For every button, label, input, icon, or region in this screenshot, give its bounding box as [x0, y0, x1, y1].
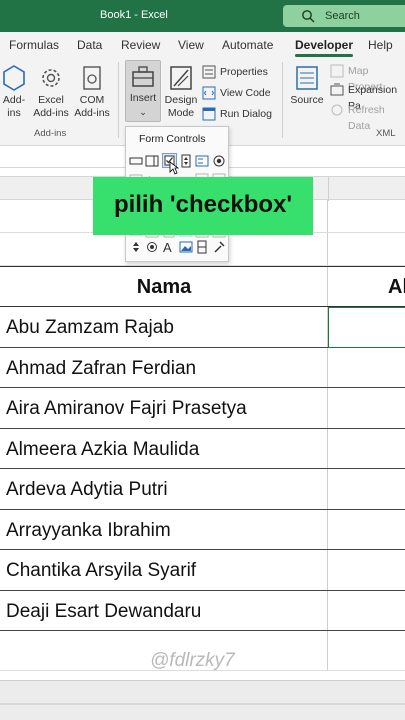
xml-group-label: XML — [376, 128, 396, 139]
add-ins-icon — [3, 65, 25, 91]
table-row[interactable]: Ahmad Zafran Ferdian — [0, 348, 405, 388]
spin-button-icon[interactable] — [179, 154, 193, 168]
table-row[interactable]: Almeera Azkia Maulida — [0, 429, 405, 469]
add-ins-button[interactable]: Add- ins — [0, 64, 28, 120]
properties-icon — [202, 65, 216, 79]
insert-button[interactable]: Insert ⌄ — [126, 64, 160, 119]
com-add-ins-icon — [83, 66, 101, 90]
tab-developer[interactable]: Developer — [295, 38, 354, 57]
map-properties-icon — [330, 64, 344, 78]
ribbon-tabs: Formulas Data Review View Automate Devel… — [0, 32, 405, 58]
name-cell: Ardeva Adytia Putri — [6, 479, 168, 500]
name-cell: Almeera Azkia Maulida — [6, 439, 200, 460]
map-properties-button[interactable]: Map Propert — [330, 63, 405, 93]
sheet-grid: Nama Al Abu Zamzam Rajab Ahmad Zafran Fe… — [0, 200, 405, 700]
tab-help[interactable]: Help — [368, 38, 393, 52]
name-cell: Chantika Arsyila Syarif — [6, 560, 197, 581]
title-bar: Book1 - Excel Search — [0, 0, 405, 32]
activex-label-icon[interactable]: A — [162, 240, 176, 254]
more-controls-icon[interactable] — [212, 240, 226, 254]
tutorial-caption: pilih 'checkbox' — [93, 177, 313, 235]
run-dialog-icon — [202, 107, 216, 121]
activex-image-icon[interactable] — [179, 240, 193, 254]
dropdown-title: Form Controls — [139, 133, 206, 145]
ribbon-separator — [118, 62, 119, 138]
selected-cell[interactable] — [328, 307, 405, 348]
source-icon — [296, 66, 318, 90]
caption-text: pilih 'checkbox' — [113, 191, 293, 218]
tab-review[interactable]: Review — [121, 38, 160, 52]
name-cell: Arrayyanka Ibrahim — [6, 520, 171, 541]
mouse-cursor-icon — [169, 161, 179, 175]
search-icon — [302, 10, 315, 23]
source-button[interactable]: Source — [289, 64, 325, 107]
svg-text:A: A — [163, 240, 172, 254]
table-row[interactable]: Arrayyanka Ibrahim — [0, 510, 405, 550]
chevron-down-icon: ⌄ — [139, 107, 147, 117]
tab-automate[interactable]: Automate — [222, 38, 273, 52]
name-cell: Ahmad Zafran Ferdian — [6, 358, 197, 379]
table-row[interactable]: Ardeva Adytia Putri — [0, 469, 405, 510]
table-row[interactable]: Aira Amiranov Fajri Prasetya — [0, 388, 405, 429]
addins-group-label: Add-ins — [34, 128, 67, 139]
search-box[interactable]: Search — [283, 5, 405, 27]
tab-data[interactable]: Data — [77, 38, 102, 52]
tab-view[interactable]: View — [178, 38, 204, 52]
refresh-icon — [331, 104, 343, 116]
view-code-icon — [202, 86, 216, 100]
name-cell: Deaji Esart Dewandaru — [6, 601, 202, 622]
header-b: Al — [388, 276, 405, 298]
option-button-icon[interactable] — [212, 154, 226, 168]
refresh-data-button[interactable]: Refresh Data — [330, 102, 405, 132]
tab-formulas[interactable]: Formulas — [9, 38, 59, 52]
activex-spin-icon[interactable] — [129, 240, 143, 254]
expansion-packs-icon — [330, 83, 344, 96]
list-box-icon[interactable] — [195, 154, 209, 168]
button-control-icon[interactable] — [129, 154, 143, 168]
design-mode-button[interactable]: Design Mode — [163, 64, 199, 120]
design-mode-icon — [170, 66, 192, 90]
com-add-ins-button[interactable]: COM Add-ins — [72, 64, 112, 120]
name-cell: Abu Zamzam Rajab — [6, 317, 174, 338]
activex-scroll-icon[interactable] — [195, 240, 209, 254]
sheet-tabs-bar — [0, 680, 405, 720]
window-title: Book1 - Excel — [100, 9, 168, 21]
name-cell: Aira Amiranov Fajri Prasetya — [6, 398, 247, 419]
activex-option-icon[interactable] — [145, 240, 159, 254]
watermark: @fdlrzky7 — [150, 650, 235, 671]
combo-box-icon[interactable] — [145, 154, 159, 168]
properties-button[interactable]: Properties — [202, 64, 268, 80]
header-name: Nama — [136, 276, 192, 298]
view-code-button[interactable]: View Code — [202, 85, 271, 101]
table-row[interactable]: Chantika Arsyila Syarif — [0, 550, 405, 591]
ribbon-separator — [282, 62, 283, 138]
expansion-packs-button[interactable]: Expansion Pa — [330, 82, 405, 112]
search-label: Search — [325, 10, 360, 22]
run-dialog-button[interactable]: Run Dialog — [202, 106, 272, 122]
table-header-row[interactable]: Nama Al — [0, 266, 405, 307]
table-row[interactable]: Deaji Esart Dewandaru — [0, 591, 405, 631]
excel-add-ins-button[interactable]: Excel Add-ins — [32, 64, 70, 120]
gear-icon — [42, 69, 60, 87]
toolbox-icon — [132, 66, 154, 87]
